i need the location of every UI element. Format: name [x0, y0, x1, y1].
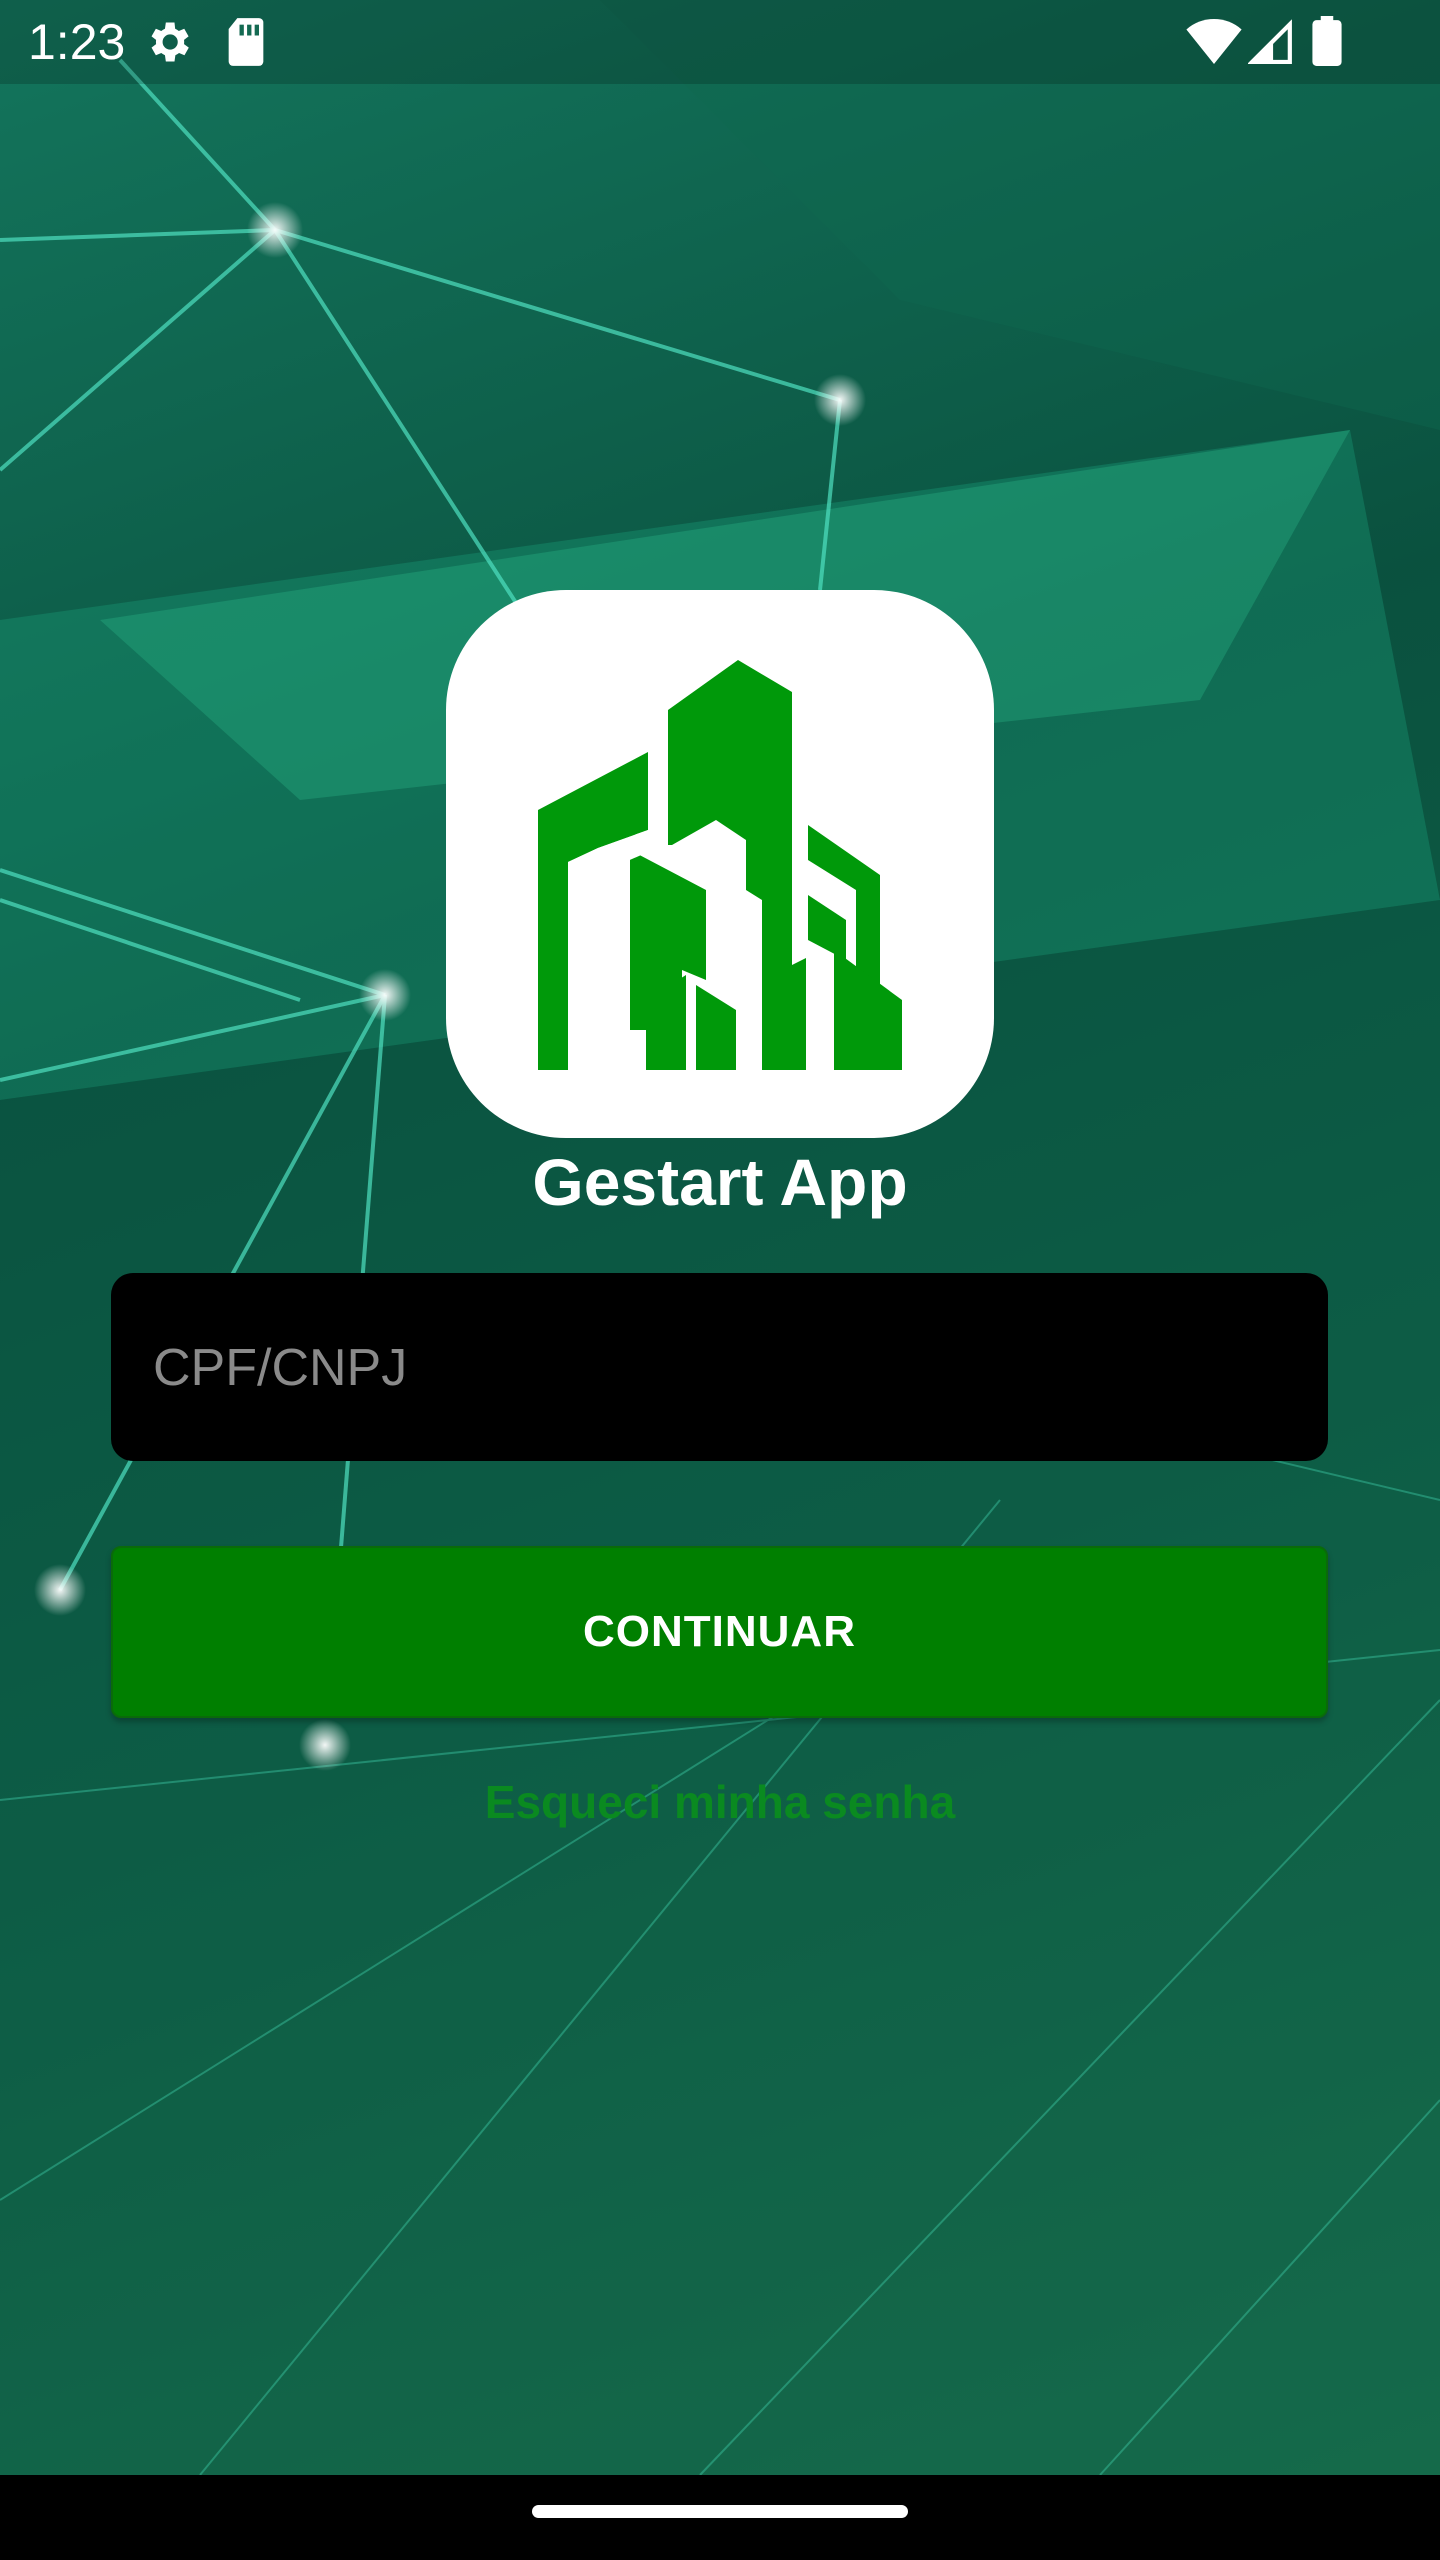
forgot-password-link[interactable]: Esqueci minha senha	[0, 1775, 1440, 1829]
settings-gear-icon	[142, 16, 194, 73]
app-logo	[446, 590, 994, 1138]
battery-icon	[1312, 16, 1342, 71]
home-gesture-handle[interactable]	[532, 2505, 908, 2518]
cell-signal-icon	[1247, 18, 1294, 69]
continue-button[interactable]: CONTINUAR	[111, 1546, 1328, 1718]
app-title: Gestart App	[532, 1145, 908, 1219]
sd-card-icon	[224, 16, 268, 73]
cpf-cnpj-field[interactable]	[111, 1273, 1328, 1463]
status-time: 1:23	[28, 14, 126, 70]
building-logo-icon	[538, 660, 902, 1070]
wifi-icon	[1186, 18, 1242, 69]
status-bar: 1:23	[0, 0, 1440, 84]
cpf-cnpj-input[interactable]	[151, 1273, 1295, 1463]
